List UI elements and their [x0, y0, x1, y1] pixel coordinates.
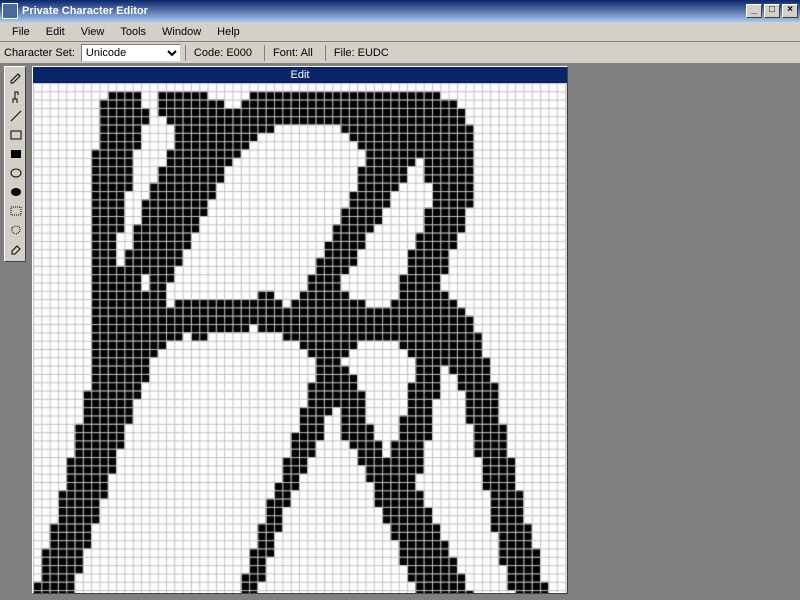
eraser-icon	[9, 242, 23, 256]
ellipse-tool[interactable]	[7, 164, 25, 182]
freeselect-tool[interactable]	[7, 221, 25, 239]
edit-window: Edit	[32, 66, 568, 594]
filled-ellipse-icon	[9, 185, 23, 199]
menu-help[interactable]: Help	[209, 24, 248, 40]
toolbox	[4, 66, 26, 262]
pencil-icon	[9, 71, 23, 85]
charset-select[interactable]: Unicode	[81, 44, 181, 62]
ellipse-icon	[9, 166, 23, 180]
app-icon	[2, 3, 18, 19]
menu-edit[interactable]: Edit	[38, 24, 73, 40]
select-rect-icon	[9, 204, 23, 218]
charset-label: Character Set:	[4, 47, 75, 59]
fillellipse-tool[interactable]	[7, 183, 25, 201]
window-title: Private Character Editor	[22, 5, 744, 17]
file-info: File: EUDC	[325, 45, 397, 61]
menu-window[interactable]: Window	[154, 24, 209, 40]
rectselect-tool[interactable]	[7, 202, 25, 220]
line-icon	[9, 109, 23, 123]
font-info: Font: All	[264, 45, 321, 61]
eraser-tool[interactable]	[7, 240, 25, 258]
title-bar: Private Character Editor _ □ ×	[0, 0, 800, 22]
menu-bar: File Edit View Tools Window Help	[0, 22, 800, 42]
rectangle-icon	[9, 128, 23, 142]
maximize-button[interactable]: □	[764, 4, 780, 18]
close-button[interactable]: ×	[782, 4, 798, 18]
brush-icon	[9, 90, 23, 104]
menu-tools[interactable]: Tools	[112, 24, 154, 40]
line-tool[interactable]	[7, 107, 25, 125]
menu-view[interactable]: View	[73, 24, 113, 40]
fillrect-tool[interactable]	[7, 145, 25, 163]
pencil-tool[interactable]	[7, 69, 25, 87]
filled-rectangle-icon	[9, 147, 23, 161]
menu-file[interactable]: File	[4, 24, 38, 40]
select-free-icon	[9, 223, 23, 237]
info-bar: Character Set: Unicode Code: E000 Font: …	[0, 42, 800, 64]
brush-tool[interactable]	[7, 88, 25, 106]
code-info: Code: E000	[185, 45, 260, 61]
minimize-button[interactable]: _	[746, 4, 762, 18]
rect-tool[interactable]	[7, 126, 25, 144]
workspace: Edit	[0, 64, 800, 600]
glyph-canvas[interactable]	[33, 83, 565, 593]
edit-window-title: Edit	[33, 67, 567, 83]
